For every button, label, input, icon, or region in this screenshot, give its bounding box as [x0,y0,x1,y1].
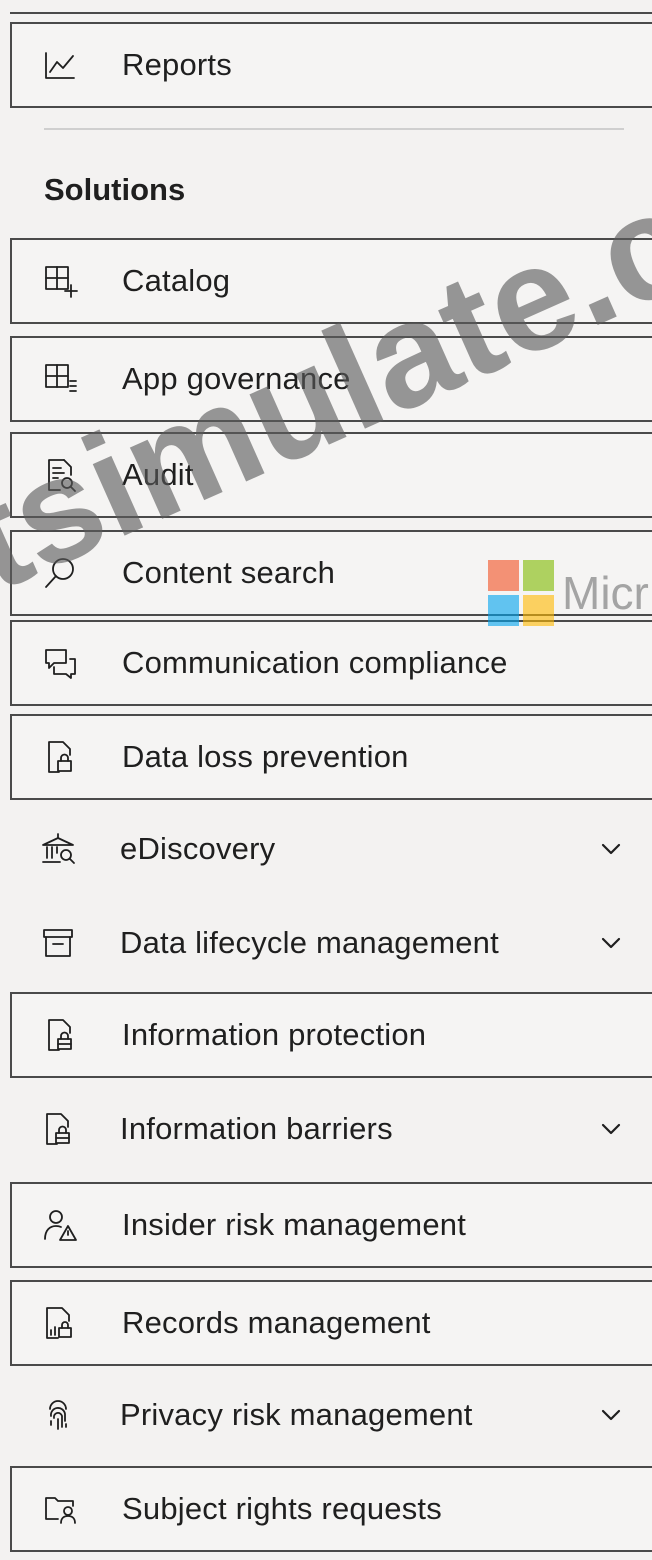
nav-item-information-protection[interactable]: Information protection [10,992,652,1078]
nav-item-label: Subject rights requests [122,1491,442,1526]
nav-item-privacy-risk-management[interactable]: Privacy risk management [10,1372,652,1458]
nav-item-label: Reports [122,47,232,82]
catalog-icon [42,263,78,299]
nav-item-information-barriers[interactable]: Information barriers [10,1086,652,1172]
archive-box-icon [40,925,76,961]
document-lock-icon [42,739,78,775]
fingerprint-icon [40,1397,76,1433]
nav-item-records-management[interactable]: Records management [10,1280,652,1366]
nav-item-label: Data lifecycle management [120,925,499,960]
nav-item-label: Records management [122,1305,431,1340]
top-divider [10,12,652,14]
nav-item-label: App governance [122,361,351,396]
nav-item-ediscovery[interactable]: eDiscovery [10,806,652,892]
app-governance-icon [42,361,78,397]
nav-item-audit[interactable]: Audit [10,432,652,518]
divider [44,128,624,130]
records-icon [42,1305,78,1341]
chevron-down-icon[interactable] [598,1402,624,1428]
nav-item-label: Privacy risk management [120,1397,473,1432]
nav-item-label: eDiscovery [120,831,276,866]
nav-item-insider-risk-management[interactable]: Insider risk management [10,1182,652,1268]
nav-item-label: Catalog [122,263,231,298]
chart-line-icon [42,47,78,83]
document-lock-icon [42,1017,78,1053]
nav-item-label: Information protection [122,1017,427,1052]
section-title-solutions: Solutions [44,172,186,207]
nav-item-app-governance[interactable]: App governance [10,336,652,422]
search-icon [42,555,78,591]
chevron-down-icon[interactable] [598,1116,624,1142]
nav-item-label: Communication compliance [122,645,508,680]
nav-item-data-loss-prevention[interactable]: Data loss prevention [10,714,652,800]
nav-item-label: Insider risk management [122,1207,467,1242]
folder-person-icon [42,1491,78,1527]
nav-item-communication-compliance[interactable]: Communication compliance [10,620,652,706]
microsoft-logo [488,560,554,626]
person-warning-icon [42,1207,78,1243]
document-lock-icon [40,1111,76,1147]
chevron-down-icon[interactable] [598,930,624,956]
nav-item-reports[interactable]: Reports [10,22,652,108]
chat-bubbles-icon [42,645,78,681]
nav-item-catalog[interactable]: Catalog [10,238,652,324]
nav-item-label: Data loss prevention [122,739,409,774]
navigation-panel: Reports Solutions Catalog App governance… [0,0,652,1560]
nav-item-content-search[interactable]: Content search [10,530,652,616]
nav-item-label: Content search [122,555,336,590]
brand-text: Micr [562,567,649,619]
nav-item-subject-rights-requests[interactable]: Subject rights requests [10,1466,652,1552]
nav-item-label: Information barriers [120,1111,393,1146]
audit-icon [42,457,78,493]
nav-item-data-lifecycle-management[interactable]: Data lifecycle management [10,900,652,986]
nav-item-label: Audit [122,457,194,492]
building-search-icon [40,831,76,867]
chevron-down-icon[interactable] [598,836,624,862]
